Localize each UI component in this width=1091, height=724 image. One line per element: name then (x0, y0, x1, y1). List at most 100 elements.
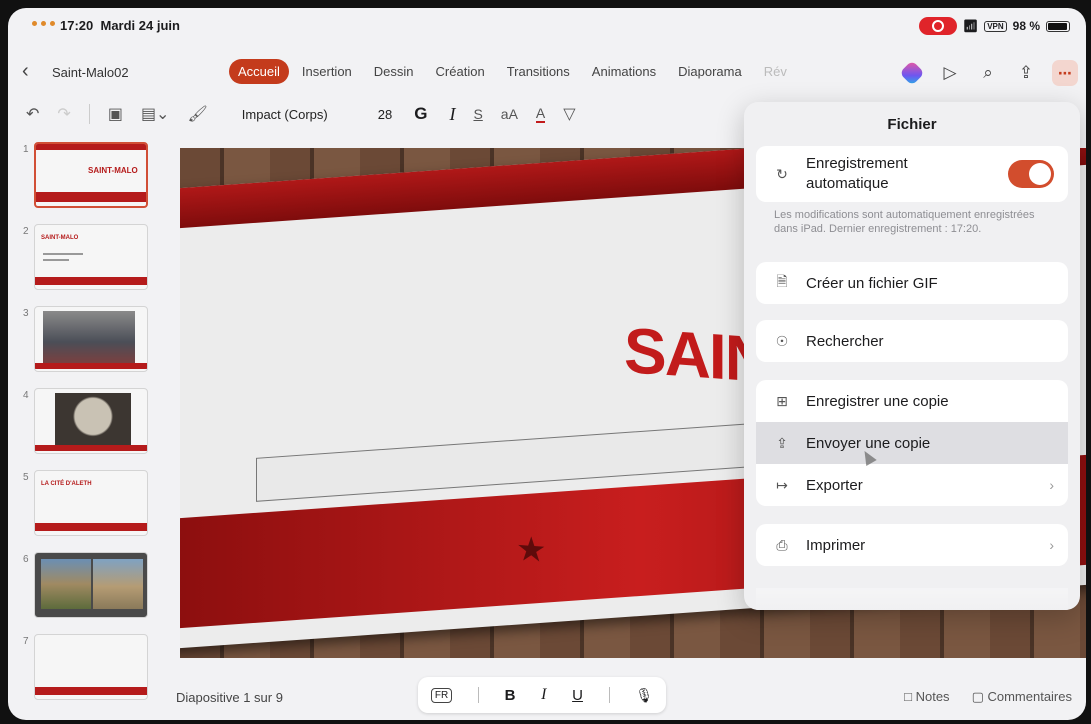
divider (477, 687, 479, 703)
notes-button[interactable]: □ Notes (904, 689, 949, 705)
chevron-right-icon: › (1049, 537, 1054, 553)
autosave-label: Enregistrement automatique (806, 154, 908, 194)
menu-item-save-copy[interactable]: ⊞ Enregistrer une copie (756, 380, 1068, 422)
comments-label: Commentaires (987, 689, 1072, 704)
divider (608, 687, 610, 703)
new-slide-icon[interactable]: ▣ (108, 104, 123, 124)
autosave-icon: ↻ (776, 165, 788, 182)
export-icon: ↦ (776, 476, 788, 493)
slide-thumbnails-panel: 1 SAINT-MALO 2 SAINT-MALO 3 4 5 LA CITÉ … (8, 138, 168, 700)
vpn-badge: VPN (984, 20, 1007, 32)
thumbnail-preview[interactable]: LA CITÉ D'ALETH (34, 470, 148, 536)
format-painter-icon[interactable]: 🖌︎ (187, 104, 207, 124)
printer-icon: ⎙ (776, 536, 788, 553)
screen-record-icon[interactable] (918, 17, 957, 35)
thumbnail-preview[interactable] (34, 388, 148, 454)
underline-button[interactable]: U (572, 687, 583, 704)
tab-transitions[interactable]: Transitions (498, 59, 579, 84)
thumbnail-slide-1[interactable]: 1 SAINT-MALO (8, 140, 168, 214)
font-color-icon[interactable]: A (535, 105, 546, 123)
menu-item-export[interactable]: ↦ Exporter › (756, 464, 1068, 506)
thumbnail-preview[interactable] (34, 552, 148, 618)
redo-icon[interactable]: ↷ (57, 104, 70, 124)
file-menu-popover: Fichier ↻ Enregistrement automatique Les… (744, 102, 1080, 610)
menu-item-send-copy[interactable]: ⇪ Envoyer une copie (756, 422, 1068, 464)
save-copy-icon: ⊞ (776, 392, 788, 409)
autosave-toggle[interactable] (1008, 160, 1054, 188)
thumbnail-slide-3[interactable]: 3 (8, 304, 168, 378)
thumbnail-slide-5[interactable]: 5 LA CITÉ D'ALETH (8, 468, 168, 542)
tab-dessin[interactable]: Dessin (365, 59, 423, 84)
thumbnail-slide-6[interactable]: 6 (8, 550, 168, 624)
layout-icon[interactable]: ▤⌄ (141, 104, 170, 124)
thumbnail-number: 7 (23, 636, 29, 647)
chevron-left-icon[interactable]: ‹ (22, 60, 29, 83)
tab-insertion[interactable]: Insertion (293, 59, 361, 84)
menu-item-label: Imprimer (806, 536, 866, 554)
italic-button[interactable]: I (449, 104, 455, 125)
menu-item-search[interactable]: ☉ Rechercher (756, 320, 1068, 362)
ribbon-toolbar: ↶ ↷ ▣ ▤⌄ 🖌︎ Impact (Corps) 28 G I S aA A… (8, 94, 748, 134)
notes-label: Notes (915, 689, 950, 704)
font-size-select[interactable]: 28 (378, 107, 392, 122)
microphone-icon[interactable]: 🎙︎ (635, 687, 653, 704)
undo-icon[interactable]: ↶ (26, 104, 39, 124)
copilot-icon[interactable] (899, 60, 925, 86)
slide-counter: Diapositive 1 sur 9 (176, 690, 283, 705)
quick-format-bar: FR B I U 🎙︎ (418, 677, 666, 713)
bottom-bar: Diapositive 1 sur 9 FR B I U 🎙︎ □ Notes … (8, 670, 1086, 720)
ribbon-divider (88, 104, 90, 124)
menu-item-print[interactable]: ⎙ Imprimer › (756, 524, 1068, 566)
comments-button[interactable]: ▢ Commentaires (972, 689, 1072, 705)
tab-revision[interactable]: Rév (755, 59, 796, 84)
multitask-dots-icon[interactable] (32, 21, 55, 26)
share-icon[interactable]: ⇪ (1014, 61, 1038, 85)
battery-percent: 98 % (1012, 19, 1040, 33)
tab-diaporama[interactable]: Diaporama (669, 59, 751, 84)
ribbon-tabs: Accueil Insertion Dessin Création Transi… (229, 59, 796, 84)
strikethrough-button[interactable]: S (473, 106, 482, 122)
gif-file-icon: 🗎︎ (776, 273, 788, 289)
thumbnail-preview[interactable]: SAINT-MALO (34, 142, 148, 208)
tab-animations[interactable]: Animations (583, 59, 665, 84)
menu-item-label: Enregistrer une copie (806, 392, 949, 410)
status-indicators: 📶︎ VPN 98 % (918, 17, 1070, 35)
tab-accueil[interactable]: Accueil (229, 59, 289, 84)
bold-button[interactable]: B (505, 687, 516, 704)
menu-item-create-gif[interactable]: 🗎︎ Créer un fichier GIF (756, 262, 1068, 304)
language-button[interactable]: FR (430, 687, 453, 703)
search-icon[interactable]: ⌕ (976, 61, 1000, 85)
bottom-right-actions: □ Notes ▢ Commentaires (904, 689, 1072, 705)
change-case-button[interactable]: aA (501, 106, 518, 122)
thumbnail-title: LA CITÉ D'ALETH (41, 481, 92, 487)
menu-scroll-fade (756, 588, 1068, 610)
thumbnail-preview[interactable] (34, 306, 148, 372)
highlight-icon[interactable]: ▽ (563, 104, 575, 124)
bold-button[interactable]: G (414, 104, 427, 124)
tab-creation[interactable]: Création (427, 59, 494, 84)
menu-title: Fichier (887, 116, 937, 133)
street-photo (43, 311, 135, 363)
thumbnail-preview[interactable]: SAINT-MALO (34, 224, 148, 290)
status-time-date: 17:20 Mardi 24 juin (60, 18, 180, 33)
star-icon: ★ (516, 529, 547, 571)
thumbnail-number: 2 (23, 226, 29, 237)
autosave-row[interactable]: ↻ Enregistrement automatique (756, 146, 1068, 202)
italic-button[interactable]: I (541, 686, 546, 704)
thumbnail-slide-4[interactable]: 4 (8, 386, 168, 460)
status-time: 17:20 (60, 18, 94, 33)
thumbnail-title: SAINT-MALO (88, 166, 138, 175)
menu-item-label: Créer un fichier GIF (806, 274, 938, 292)
play-icon[interactable]: ▷ (938, 61, 962, 85)
document-name[interactable]: Saint-Malo02 (52, 65, 129, 80)
autosave-label-line2: automatique (806, 175, 889, 192)
battery-icon (1046, 20, 1070, 32)
font-family-select[interactable]: Impact (Corps) (242, 107, 328, 122)
ipad-screen: 17:20 Mardi 24 juin 📶︎ VPN 98 % ‹ Saint-… (8, 8, 1086, 720)
thumbnail-slide-2[interactable]: 2 SAINT-MALO (8, 222, 168, 296)
thumbnail-number: 3 (23, 308, 29, 319)
lightbulb-icon: ☉ (775, 332, 789, 349)
status-bar: 17:20 Mardi 24 juin 📶︎ VPN 98 % (8, 8, 1086, 48)
bunker-photo (93, 559, 143, 609)
more-options-icon[interactable]: ⋯ (1052, 60, 1078, 86)
